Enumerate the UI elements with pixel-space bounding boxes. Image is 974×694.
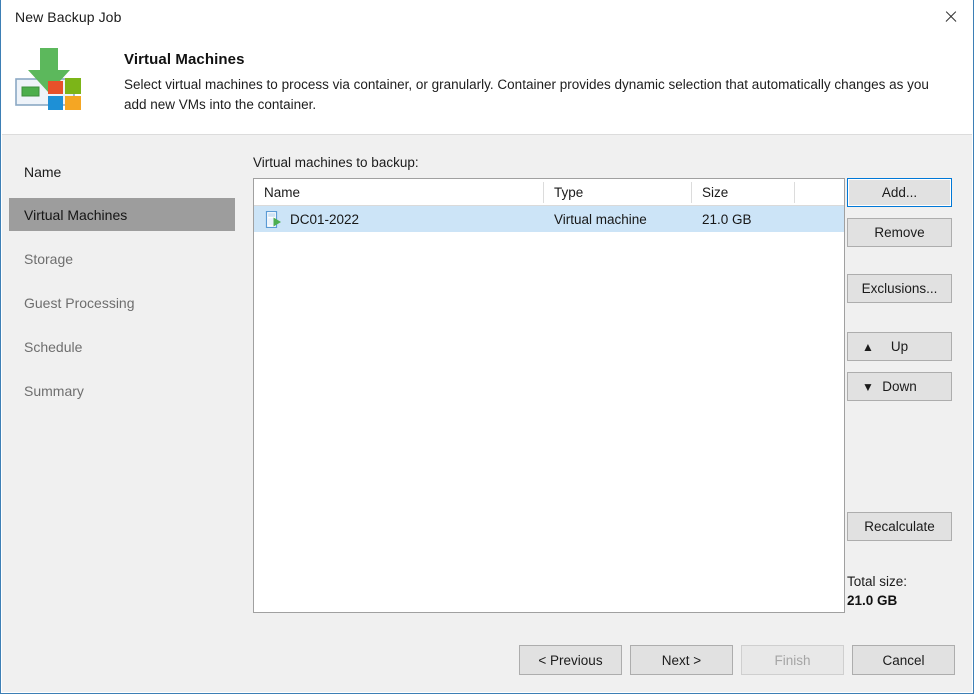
title-bar: New Backup Job [1,0,973,34]
cancel-button[interactable]: Cancel [852,645,955,675]
sidebar-item-label: Guest Processing [24,294,135,311]
cell-size: 21.0 GB [702,211,752,227]
arrow-up-icon: ▲ [862,339,874,354]
sidebar-item-label: Summary [24,382,84,399]
sidebar-item-label: Storage [24,250,74,267]
arrow-down-icon: ▼ [862,379,874,394]
vm-list-label: Virtual machines to backup: [253,155,419,170]
add-button[interactable]: Add... [847,178,952,207]
recalculate-button[interactable]: Recalculate [847,512,952,541]
window-title: New Backup Job [15,9,122,25]
move-up-label: Up [890,339,909,354]
remove-button[interactable]: Remove [847,218,952,247]
virtual-machines-banner-icon [15,45,89,117]
exclusions-button[interactable]: Exclusions... [847,274,952,303]
table-header-row: Name Type Size [254,179,844,206]
total-size-value: 21.0 GB [847,593,898,608]
table-row[interactable]: DC01-2022 Virtual machine 21.0 GB [254,206,844,232]
sidebar-item-label: Name [24,163,62,180]
previous-button[interactable]: < Previous [519,645,622,675]
move-down-button[interactable]: ▼ Down [847,372,952,401]
column-divider[interactable] [794,182,795,203]
column-header-name[interactable]: Name [254,179,544,205]
cell-name: DC01-2022 [290,211,360,227]
close-button[interactable] [927,0,973,32]
move-down-label: Down [882,379,917,394]
finish-button: Finish [741,645,844,675]
column-header-type[interactable]: Type [544,179,691,205]
cell-type: Virtual machine [554,211,647,227]
sidebar-item-label: Schedule [24,338,83,355]
page-description: Select virtual machines to process via c… [124,77,929,112]
total-size-label: Total size: [847,574,908,589]
new-backup-job-dialog: New Backup Job Virtual Machines Select v… [0,0,974,694]
sidebar-item-schedule[interactable]: Schedule [9,330,235,363]
sidebar-item-label: Virtual Machines [24,206,128,223]
dialog-body: Name Virtual Machines Storage Guest Proc… [2,135,972,692]
sidebar-item-guest-processing[interactable]: Guest Processing [9,286,235,319]
main-panel: Virtual machines to backup: Name Type Si… [235,135,972,692]
virtual-machine-icon [265,210,282,229]
next-button[interactable]: Next > [630,645,733,675]
sidebar-item-name[interactable]: Name [9,155,235,188]
move-up-button[interactable]: ▲ Up [847,332,952,361]
sidebar-item-storage[interactable]: Storage [9,242,235,275]
sidebar-item-virtual-machines[interactable]: Virtual Machines [9,198,235,231]
vm-table[interactable]: Name Type Size DC01-2022 Virtual machine… [253,178,845,613]
column-header-size[interactable]: Size [692,179,794,205]
close-icon [944,10,957,23]
wizard-step-sidebar: Name Virtual Machines Storage Guest Proc… [9,135,235,692]
sidebar-item-summary[interactable]: Summary [9,374,235,407]
page-title: Virtual Machines [124,51,245,68]
header-banner: Virtual Machines Select virtual machines… [2,34,972,134]
